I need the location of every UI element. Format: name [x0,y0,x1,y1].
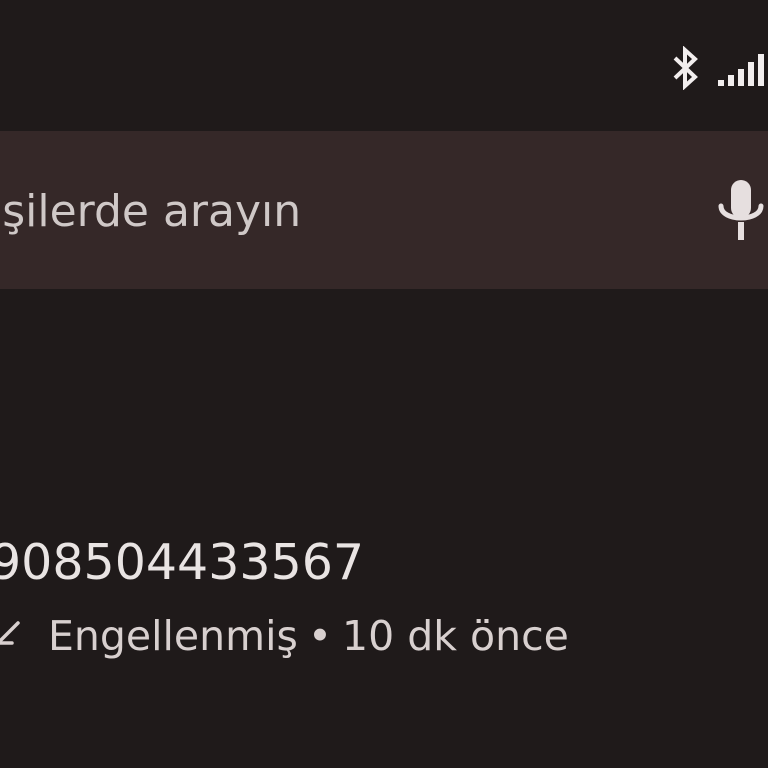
blocked-call-icon [0,621,20,645]
call-meta: Engellenmiş • 10 dk önce [48,612,569,660]
search-placeholder[interactable]: işilerde arayın [0,186,301,238]
signal-strength-icon [718,54,764,86]
caller-number: 908504433567 [0,534,365,591]
meta-separator: • [307,612,333,660]
phone-screen: işilerde arayın 908504433567 Engellenmiş… [0,0,768,768]
status-bar [0,0,768,130]
call-time: 10 dk önce [342,612,569,660]
microphone-icon[interactable] [714,178,768,244]
call-status: Engellenmiş [48,612,298,660]
bluetooth-icon [673,46,698,90]
